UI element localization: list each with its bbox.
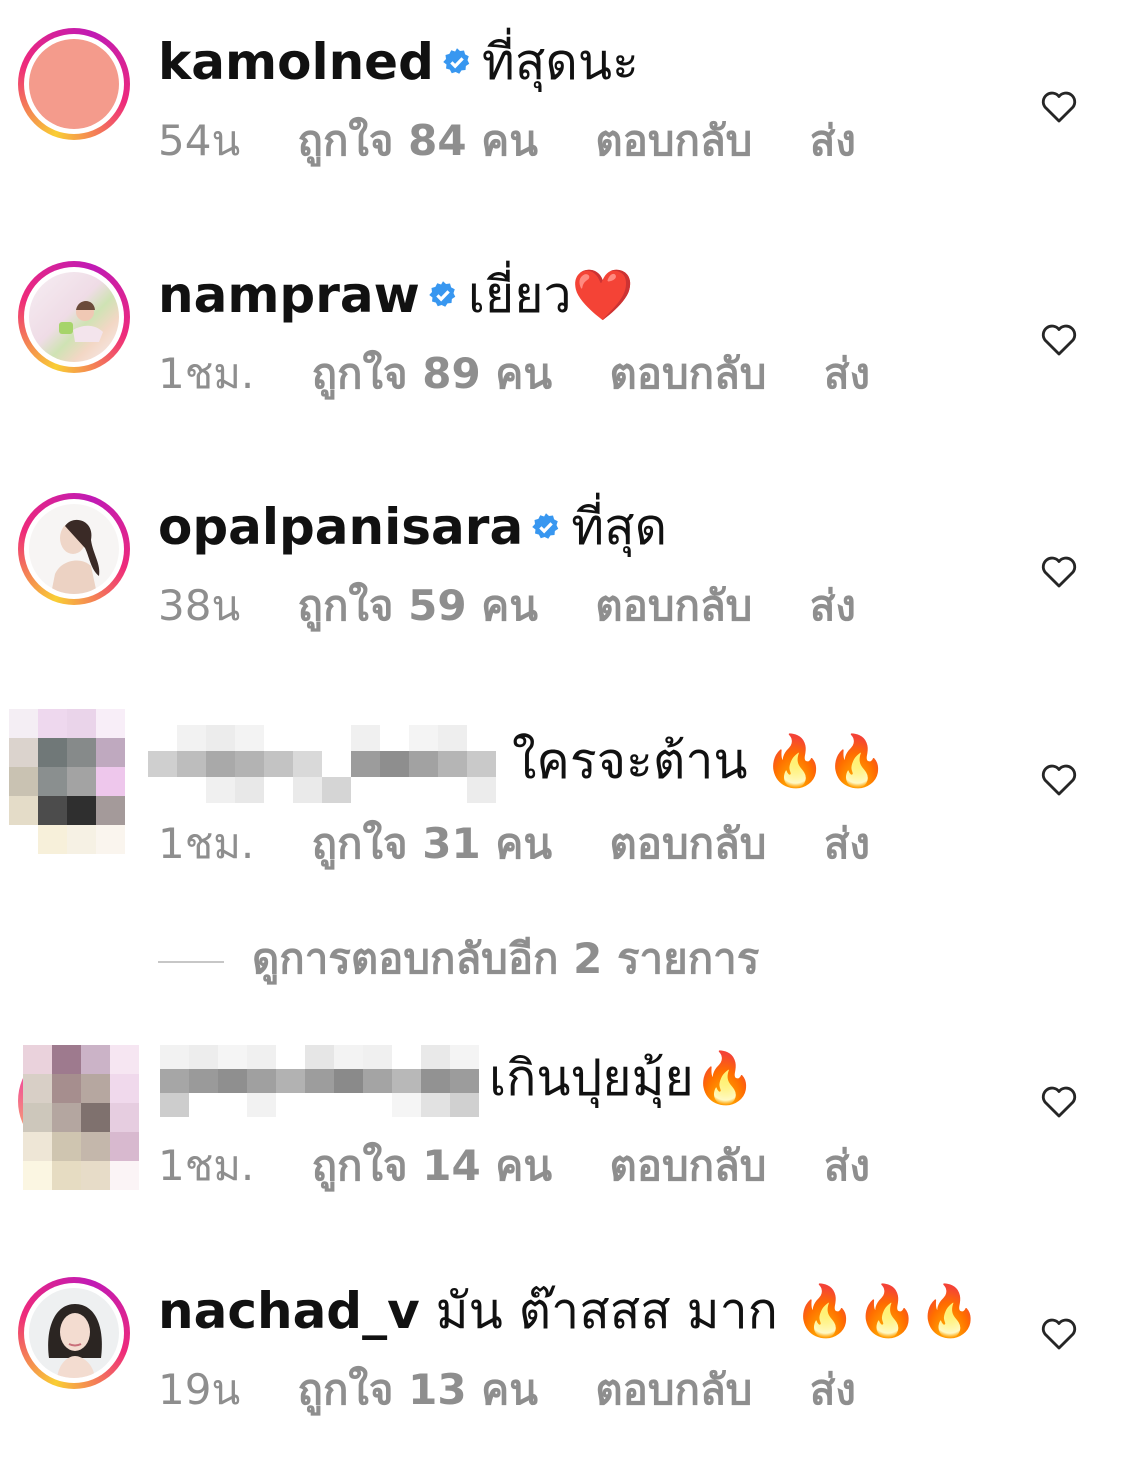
comment-item: เกินปุยมุ้ย🔥 1ชม. ถูกใจ 14 คน ตอบกลับ ส่… [0, 1045, 1147, 1245]
heart-outline-icon[interactable] [1040, 321, 1078, 357]
blurred-username[interactable] [148, 725, 496, 803]
heart-outline-icon[interactable] [1040, 761, 1078, 797]
send-button[interactable]: ส่ง [810, 581, 856, 630]
comment-username[interactable]: opalpanisara [158, 498, 523, 556]
avatar[interactable] [18, 28, 130, 140]
send-button[interactable]: ส่ง [824, 349, 870, 398]
comment-item: nampraw เยี่ยว❤️ 1ชม. ถูกใจ 89 คน ตอบกลับ… [0, 261, 1147, 461]
view-replies-button[interactable]: ดูการตอบกลับอีก 2 รายการ [158, 934, 759, 984]
comment-text: ใครจะต้าน 🔥🔥 [512, 731, 889, 790]
comment-text: ที่สุดนะ [481, 33, 639, 91]
verified-badge-icon [443, 47, 470, 74]
comment-time: 1ชม. [158, 1141, 255, 1190]
reply-button[interactable]: ตอบกลับ [595, 581, 752, 630]
comment-text: ที่สุด [571, 498, 668, 556]
reply-button[interactable]: ตอบกลับ [609, 819, 766, 868]
send-button[interactable]: ส่ง [824, 1141, 870, 1190]
replies-divider [158, 960, 224, 963]
reply-button[interactable]: ตอบกลับ [609, 349, 766, 398]
comment-text: มัน ต๊าสสส มาก 🔥🔥🔥 [435, 1282, 981, 1340]
likes-count[interactable]: ถูกใจ 14 คน [312, 1141, 552, 1190]
avatar[interactable] [18, 1277, 130, 1389]
comment-username[interactable]: nachad_v [158, 1282, 420, 1340]
avatar[interactable] [18, 493, 130, 605]
comment-item: kamolned ที่สุดนะ 54น ถูกใจ 84 คน ตอบกลับ… [0, 28, 1147, 228]
verified-badge-icon [429, 280, 456, 307]
comment-time: 19น [158, 1365, 241, 1414]
avatar[interactable] [18, 261, 130, 373]
heart-outline-icon[interactable] [1040, 1315, 1078, 1351]
comment-text: เยี่ยว❤️ [467, 266, 634, 324]
likes-count[interactable]: ถูกใจ 84 คน [298, 116, 538, 165]
send-button[interactable]: ส่ง [824, 819, 870, 868]
send-button[interactable]: ส่ง [810, 116, 856, 165]
avatar[interactable] [9, 709, 125, 854]
comment-time: 1ชม. [158, 819, 255, 868]
likes-count[interactable]: ถูกใจ 59 คน [298, 581, 538, 630]
view-replies-label: ดูการตอบกลับอีก 2 รายการ [252, 934, 760, 983]
verified-badge-icon [532, 512, 559, 539]
comment-item: opalpanisara ที่สุด 38น ถูกใจ 59 คน ตอบกล… [0, 493, 1147, 693]
heart-outline-icon[interactable] [1040, 88, 1078, 124]
reply-button[interactable]: ตอบกลับ [595, 116, 752, 165]
comment-time: 54น [158, 116, 241, 165]
comment-text: เกินปุยมุ้ย🔥 [489, 1048, 757, 1107]
comment-item: nachad_v มัน ต๊าสสส มาก 🔥🔥🔥 19น ถูกใจ 13… [0, 1277, 1147, 1477]
likes-count[interactable]: ถูกใจ 31 คน [312, 819, 552, 868]
send-button[interactable]: ส่ง [810, 1365, 856, 1414]
likes-count[interactable]: ถูกใจ 13 คน [298, 1365, 538, 1414]
blurred-username[interactable] [160, 1045, 479, 1117]
reply-button[interactable]: ตอบกลับ [609, 1141, 766, 1190]
heart-outline-icon[interactable] [1040, 553, 1078, 589]
comment-time: 38น [158, 581, 241, 630]
likes-count[interactable]: ถูกใจ 89 คน [312, 349, 552, 398]
blurred-avatar [23, 1045, 139, 1190]
comment-time: 1ชม. [158, 349, 255, 398]
comment-username[interactable]: nampraw [158, 266, 420, 324]
comment-item: ใครจะต้าน 🔥🔥 1ชม. ถูกใจ 31 คน ตอบกลับ ส่… [0, 709, 1147, 909]
heart-outline-icon[interactable] [1040, 1083, 1078, 1119]
comment-username[interactable]: kamolned [158, 33, 434, 91]
reply-button[interactable]: ตอบกลับ [595, 1365, 752, 1414]
